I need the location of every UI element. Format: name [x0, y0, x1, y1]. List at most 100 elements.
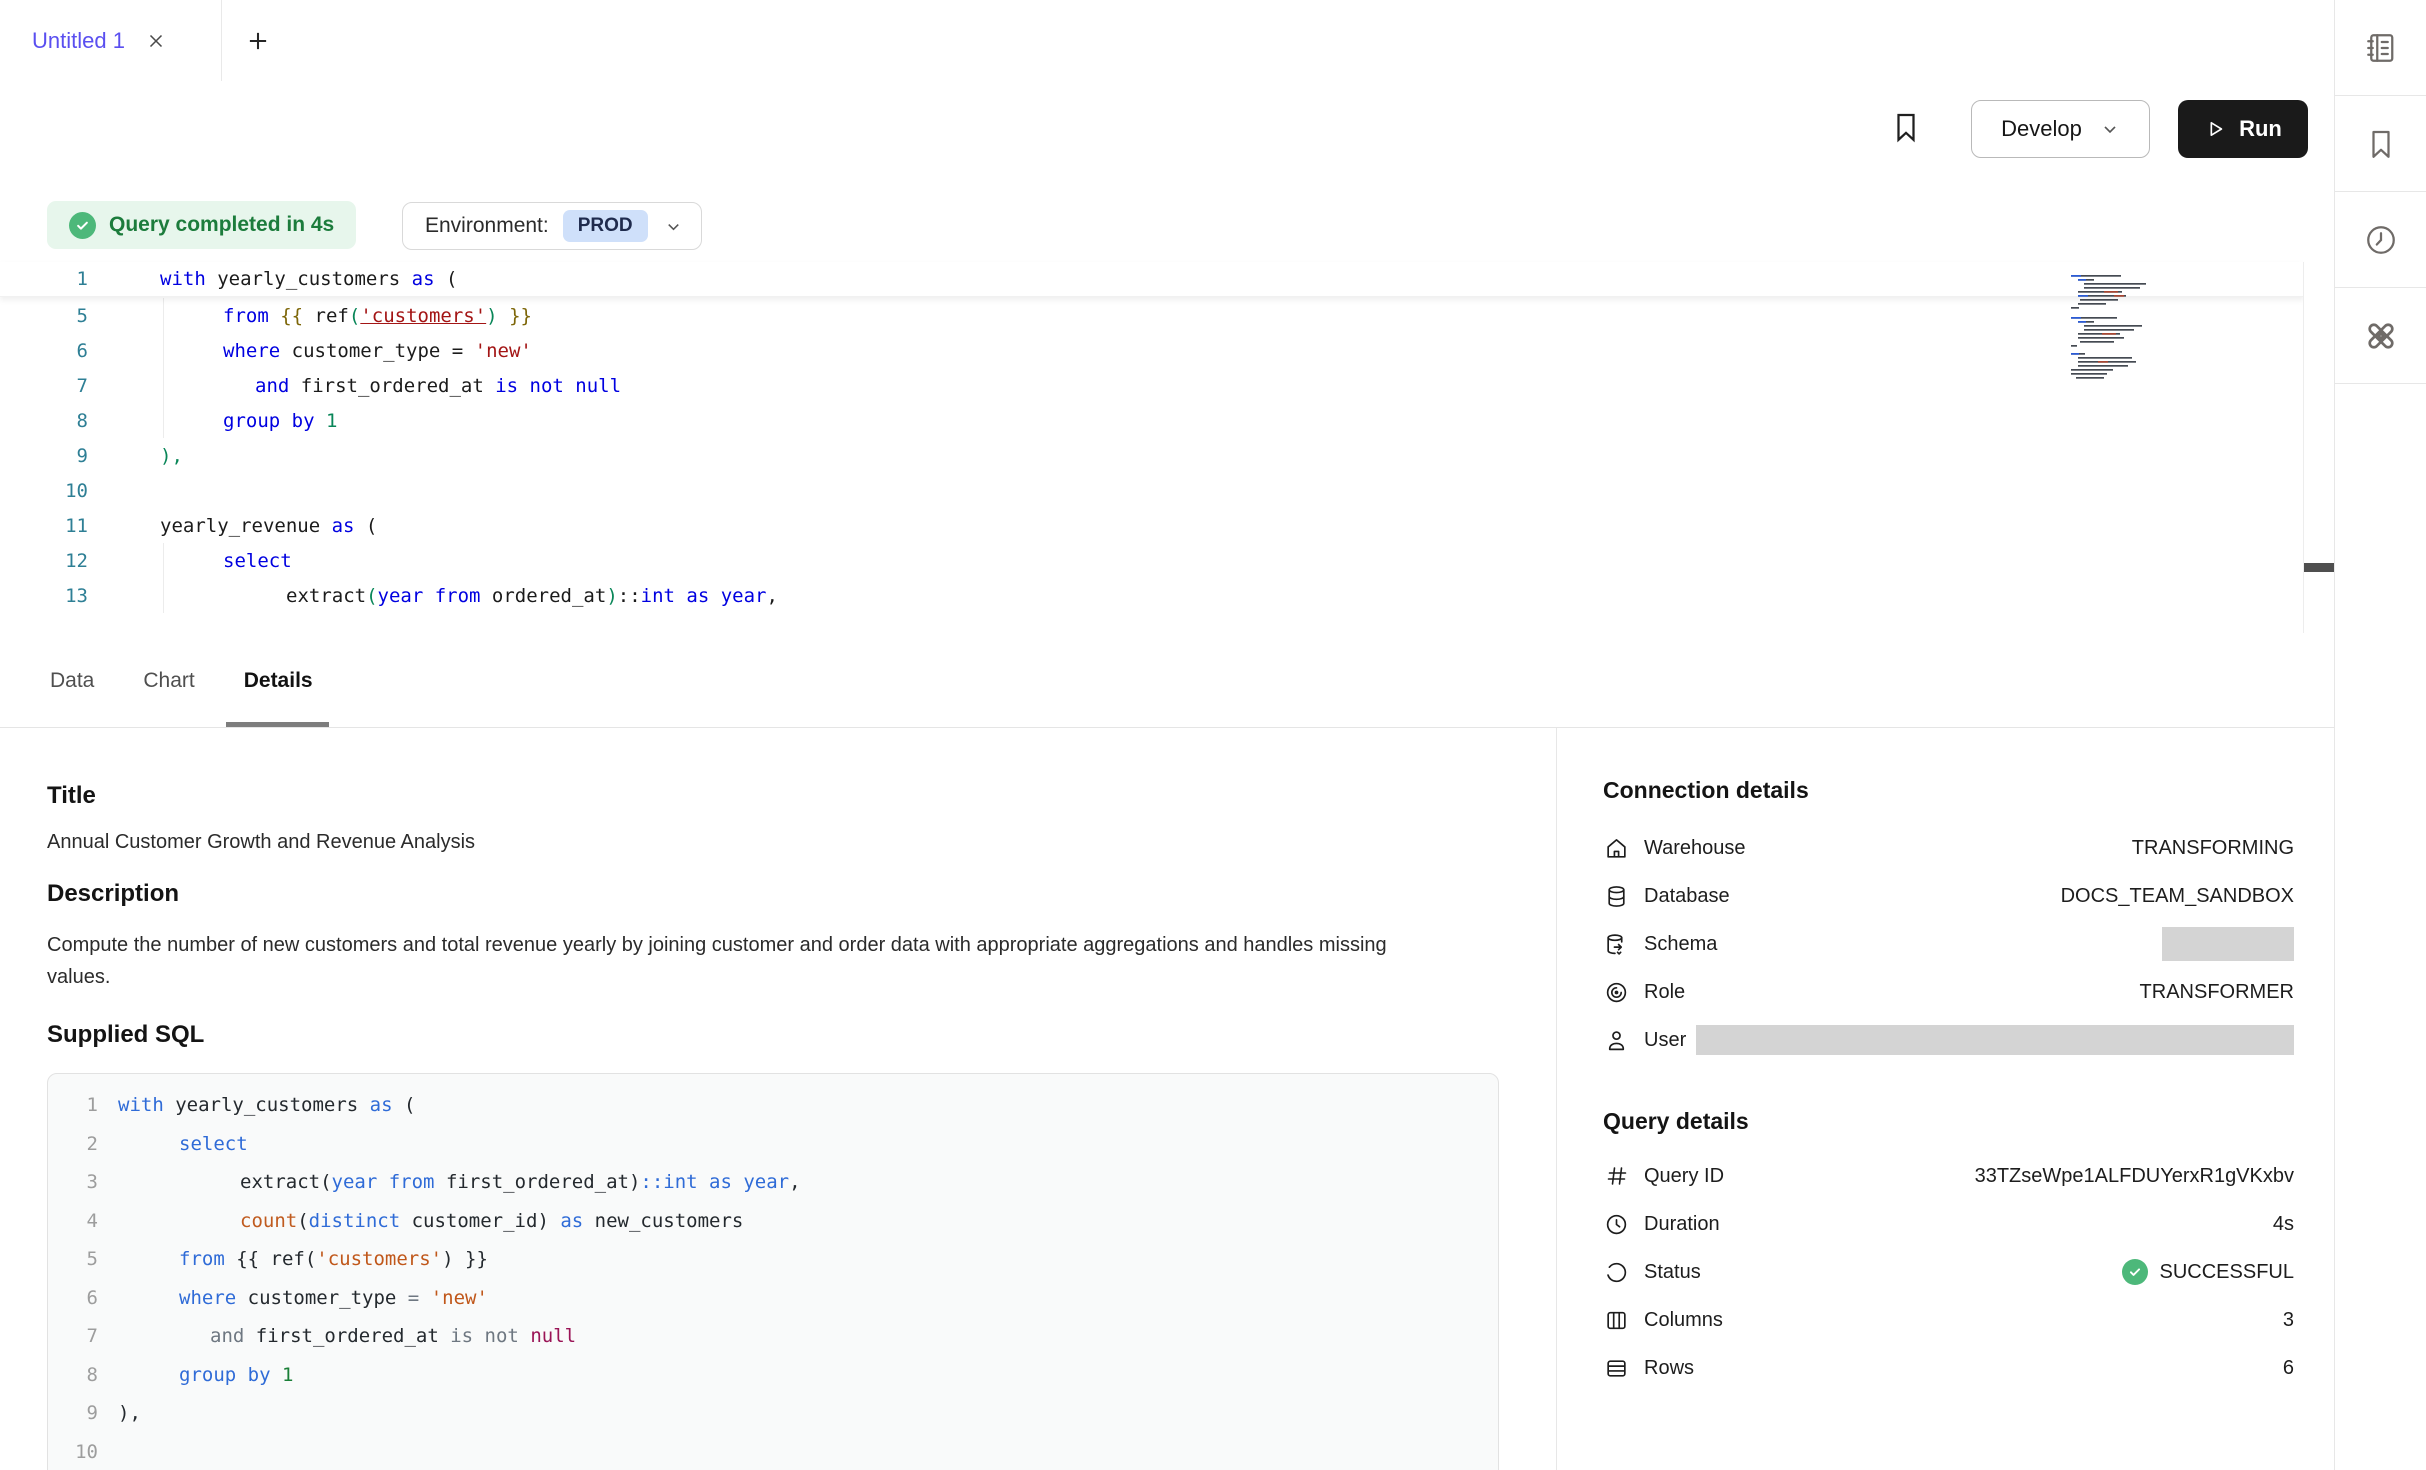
query-row-status: Status SUCCESSFUL [1603, 1248, 2294, 1296]
details-panel: Title Annual Customer Growth and Revenue… [0, 728, 2334, 1470]
scrollbar-thumb[interactable] [2304, 563, 2334, 572]
rows-icon [1603, 1356, 1630, 1381]
connection-row-warehouse: Warehouse TRANSFORMING [1603, 824, 2294, 872]
code-text: where customer_type = 'new' [118, 1287, 488, 1309]
code-text: ), [105, 445, 183, 467]
hash-icon [1603, 1164, 1630, 1188]
play-icon [2204, 118, 2226, 140]
tab-data[interactable]: Data [50, 634, 94, 727]
code-text: and first_ordered_at is not null [105, 375, 621, 397]
warehouse-icon [1603, 836, 1630, 861]
editor-minimap[interactable] [2068, 273, 2185, 382]
connection-details-heading: Connection details [1603, 777, 1809, 804]
query-row-rows: Rows 6 [1603, 1344, 2294, 1392]
editor-line[interactable]: 11 yearly_revenue as ( [0, 508, 2304, 543]
sidebar-item-history[interactable] [2335, 192, 2426, 288]
title-value: Annual Customer Growth and Revenue Analy… [47, 831, 475, 854]
editor-line[interactable]: 5 from {{ ref('customers') }} [0, 298, 2304, 333]
editor-line[interactable]: 6 where customer_type = 'new' [0, 333, 2304, 368]
supplied-sql-block[interactable]: 1 with yearly_customers as ( 2 select 3 … [47, 1073, 1499, 1470]
connection-row-database: Database DOCS_TEAM_SANDBOX [1603, 872, 2294, 920]
description-heading: Description [47, 880, 179, 908]
sidebar-item-bookmarks[interactable] [2335, 96, 2426, 192]
query-row-id: Query ID 33TZseWpe1ALFDUYerxR1gVKxbv [1603, 1152, 2294, 1200]
query-status-text: Query completed in 4s [109, 213, 334, 237]
line-number: 5 [48, 1248, 98, 1270]
chevron-down-icon [664, 217, 683, 236]
status-value: SUCCESSFUL [2122, 1259, 2294, 1285]
connection-row-role: Role TRANSFORMER [1603, 968, 2294, 1016]
status-text: SUCCESSFUL [2160, 1261, 2294, 1284]
tab-chart[interactable]: Chart [143, 634, 194, 727]
check-circle-icon [2122, 1259, 2148, 1285]
database-icon [1603, 884, 1630, 909]
line-number: 1 [48, 1094, 98, 1116]
code-text: with yearly_customers as ( [118, 1094, 415, 1116]
redacted-value [1696, 1025, 2294, 1055]
chevron-down-icon [2100, 119, 2120, 139]
close-icon[interactable] [145, 30, 167, 52]
user-icon [1603, 1028, 1630, 1053]
row-value: 4s [2273, 1213, 2294, 1236]
tab-label: Untitled 1 [32, 28, 125, 54]
editor-sticky-line[interactable]: 1 with yearly_customers as ( [0, 262, 2304, 297]
run-label: Run [2239, 116, 2282, 142]
sql-line: 2 select [48, 1125, 1498, 1164]
query-rows: Query ID 33TZseWpe1ALFDUYerxR1gVKxbv Dur… [1603, 1152, 2294, 1392]
line-number: 7 [0, 375, 105, 397]
check-circle-icon [69, 212, 96, 239]
code-text: from {{ ref('customers') }} [105, 305, 532, 327]
connection-rows: Warehouse TRANSFORMING Database DOCS_TEA… [1603, 824, 2294, 1064]
new-tab-button[interactable] [234, 0, 282, 81]
run-button[interactable]: Run [2178, 100, 2308, 158]
editor-scrollbar[interactable] [2303, 262, 2334, 633]
tab-bar: Untitled 1 [0, 0, 2334, 82]
code-text: count(distinct customer_id) as new_custo… [118, 1210, 743, 1232]
line-number: 5 [0, 305, 105, 327]
sql-line: 8 group by 1 [48, 1356, 1498, 1395]
editor-lines: 5 from {{ ref('customers') }} 6 where cu… [0, 298, 2304, 613]
status-row: Query completed in 4s Environment: PROD [0, 177, 2334, 262]
bookmark-button[interactable] [1888, 109, 1924, 145]
line-number: 11 [0, 515, 105, 537]
editor-line[interactable]: 12 select [0, 543, 2304, 578]
editor-line[interactable]: 13 extract(year from ordered_at)::int as… [0, 578, 2304, 613]
sidebar-filler [2335, 384, 2426, 1470]
row-label: Warehouse [1644, 837, 1746, 860]
tab-details[interactable]: Details [244, 634, 313, 727]
line-number: 8 [0, 410, 105, 432]
sql-editor[interactable]: 1 with yearly_customers as ( 5 from {{ r… [0, 262, 2334, 635]
line-number: 10 [48, 1441, 98, 1463]
editor-line[interactable]: 9 ), [0, 438, 2304, 473]
connection-row-schema: Schema [1603, 920, 2294, 968]
row-value: 3 [2283, 1309, 2294, 1332]
editor-line[interactable]: 10 [0, 473, 2304, 508]
sql-line: 10 [48, 1433, 1498, 1470]
editor-line[interactable]: 7 and first_ordered_at is not null [0, 368, 2304, 403]
row-label: User [1644, 1029, 1686, 1052]
columns-icon [1603, 1308, 1630, 1333]
code-text: with yearly_customers as ( [105, 268, 457, 290]
tab-untitled-1[interactable]: Untitled 1 [0, 0, 222, 81]
line-number: 9 [48, 1402, 98, 1424]
bookmark-icon [1888, 109, 1924, 145]
environment-select[interactable]: Environment: PROD [402, 202, 702, 250]
code-text: ), [118, 1402, 141, 1424]
query-details-heading: Query details [1603, 1108, 1749, 1135]
code-text: yearly_revenue as ( [105, 515, 377, 537]
code-text: group by 1 [105, 410, 337, 432]
line-number: 4 [48, 1210, 98, 1232]
row-label: Duration [1644, 1213, 1720, 1236]
develop-dropdown-button[interactable]: Develop [1971, 100, 2150, 158]
query-row-columns: Columns 3 [1603, 1296, 2294, 1344]
row-label: Columns [1644, 1309, 1723, 1332]
editor-line[interactable]: 8 group by 1 [0, 403, 2304, 438]
query-row-duration: Duration 4s [1603, 1200, 2294, 1248]
query-status-badge: Query completed in 4s [47, 201, 356, 249]
row-label: Role [1644, 981, 1685, 1004]
sidebar-item-catalog[interactable] [2335, 0, 2426, 96]
main-column: Untitled 1 Develop [0, 0, 2334, 1470]
row-value: TRANSFORMING [2132, 837, 2294, 860]
sql-line: 5 from {{ ref('customers') }} [48, 1240, 1498, 1279]
sidebar-item-semantic-layer[interactable] [2335, 288, 2426, 384]
